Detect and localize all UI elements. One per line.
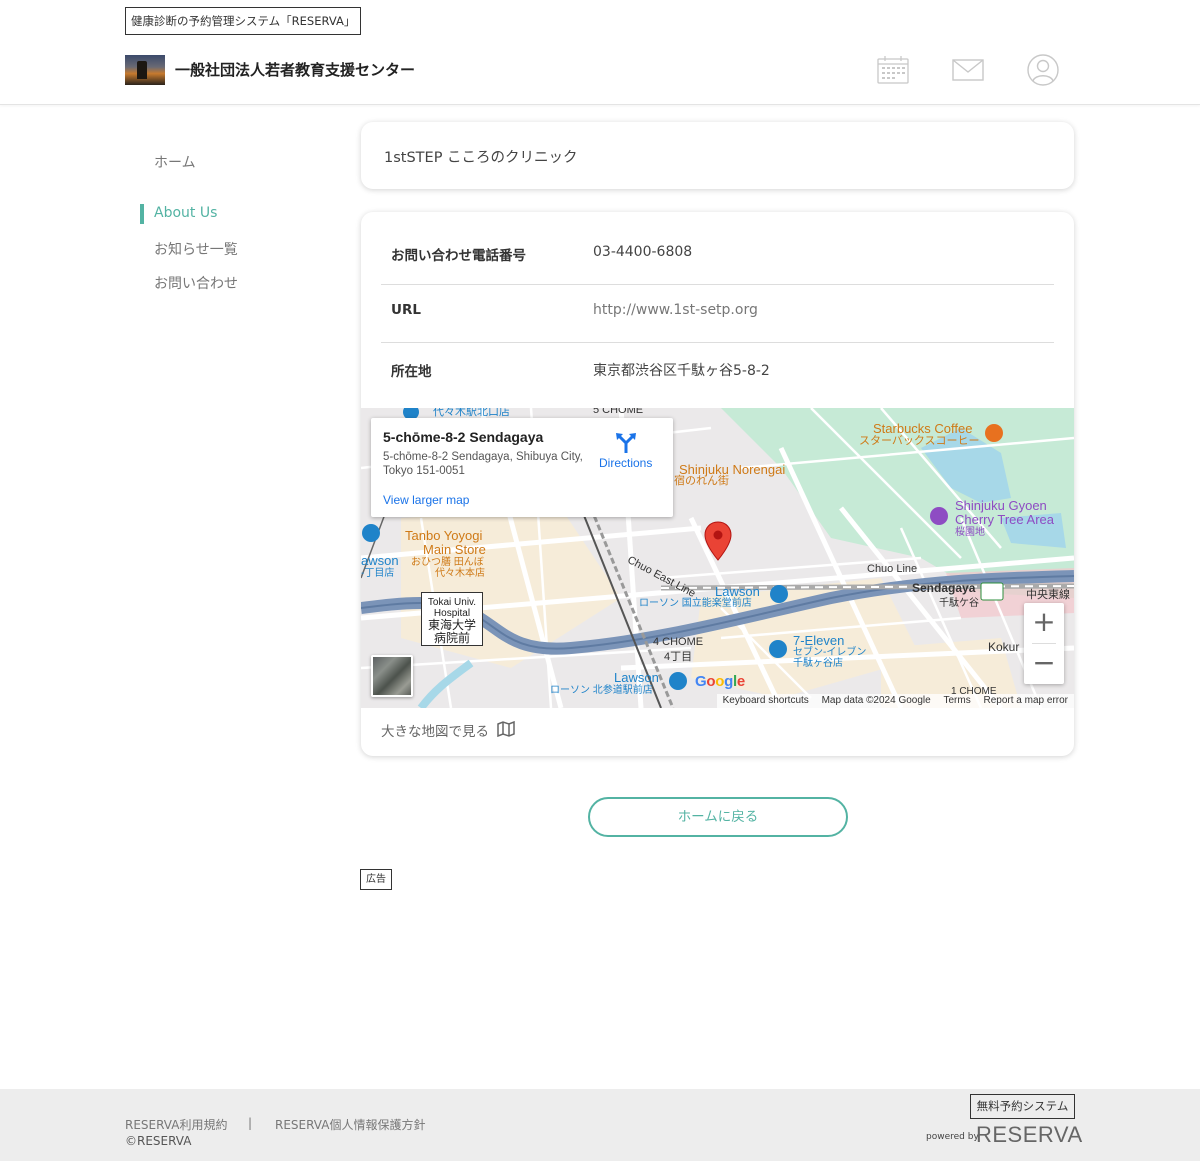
user-icon[interactable]	[1025, 52, 1061, 88]
footer-separator: |	[248, 1116, 253, 1130]
mail-icon[interactable]	[950, 52, 986, 88]
map-label: 千駄ヶ谷店	[793, 658, 843, 669]
google-logo: Google	[695, 673, 745, 690]
free-reservation-tag[interactable]: 無料予約システム	[970, 1094, 1075, 1119]
map-label: 4 CHOME	[653, 636, 704, 648]
system-tag[interactable]: 健康診断の予約管理システム「RESERVA」	[125, 7, 362, 35]
directions-link[interactable]: Directions	[599, 456, 652, 470]
map-label: Starbucks Coffee	[873, 421, 973, 436]
sidebar-active-indicator	[140, 204, 144, 224]
terms-of-service-link[interactable]: RESERVA利用規約	[125, 1116, 227, 1133]
map-label: ローソン 北参道駅前店	[550, 685, 653, 696]
sidebar-item-home[interactable]: ホーム	[154, 152, 196, 172]
clinic-name: 1stSTEP こころのクリニック	[384, 150, 578, 166]
header: 健康診断の予約管理システム「RESERVA」 一般社団法人若者教育支援センター	[0, 0, 1200, 105]
map-label: 中央東線	[1026, 589, 1070, 601]
privacy-policy-link[interactable]: RESERVA個人情報保護方針	[275, 1116, 425, 1133]
map-label: スターバックスコーヒー	[859, 435, 980, 447]
terms-link[interactable]: Terms	[944, 695, 971, 706]
map-label: 5 CHOME	[593, 408, 644, 416]
info-row-phone: お問い合わせ電話番号 03-4400-6808	[381, 227, 1054, 285]
map-zoom-controls: + −	[1024, 603, 1064, 684]
sidebar-item-contact[interactable]: お問い合わせ	[154, 273, 238, 293]
map-label: awson	[361, 553, 399, 568]
report-map-error-link[interactable]: Report a map error	[984, 695, 1068, 706]
sidebar-item-about-us[interactable]: About Us	[154, 205, 217, 221]
map-place-title: 5-chōme-8-2 Sendagaya	[383, 429, 544, 445]
map-info-window: 5-chōme-8-2 Sendagaya 5-chōme-8-2 Sendag…	[371, 418, 673, 517]
zoom-out-button[interactable]: −	[1024, 644, 1064, 684]
map-label: Tokai Univ.	[427, 597, 477, 608]
map-label: Chuo Line	[867, 563, 918, 575]
map-label: 病院前	[433, 631, 470, 645]
ad-label: 広告	[360, 869, 392, 890]
view-larger-map-link[interactable]: View larger map	[383, 493, 469, 507]
info-key: 所在地	[391, 364, 432, 380]
map-label: 桜園地	[955, 527, 985, 538]
satellite-view-toggle[interactable]	[371, 655, 413, 697]
map-label: Cherry Tree Area	[955, 512, 1054, 527]
keyboard-shortcuts-link[interactable]: Keyboard shortcuts	[723, 695, 809, 706]
map-label: Lawson	[614, 670, 659, 685]
directions-icon[interactable]	[615, 432, 637, 454]
zoom-in-button[interactable]: +	[1024, 603, 1064, 643]
map-data-text: Map data ©2024 Google	[821, 695, 931, 706]
calendar-icon[interactable]	[875, 52, 911, 88]
map-station-label: Tokai Univ. Hospital 東海大学 病院前	[421, 592, 483, 646]
map-label: -丁目店	[361, 568, 395, 579]
location-pin-icon[interactable]	[704, 521, 732, 561]
map-label: 4丁目	[664, 651, 693, 663]
larger-map-link[interactable]: 大きな地図で見る	[381, 720, 489, 740]
map-label: Main Store	[423, 542, 486, 557]
map-label: ローソン 国立能楽堂前店	[639, 598, 752, 609]
organization-name[interactable]: 一般社団法人若者教育支援センター	[175, 59, 415, 80]
info-value: 03-4400-6808	[593, 244, 693, 260]
map-label: 代々木本店	[435, 568, 485, 579]
map-label: 宿のれん街	[674, 475, 729, 487]
info-key: お問い合わせ電話番号	[391, 248, 526, 264]
sidebar-item-news[interactable]: お知らせ一覧	[154, 239, 238, 259]
back-to-home-button[interactable]: ホームに戻る	[588, 797, 848, 837]
map-icon[interactable]	[497, 720, 515, 738]
organization-logo[interactable]	[125, 55, 165, 85]
map-label: Sendagaya	[912, 581, 976, 595]
reserva-logo[interactable]: RESERVA	[976, 1122, 1083, 1148]
map-attribution: Keyboard shortcuts Map data ©2024 Google…	[716, 694, 1074, 708]
map-label: Kokur	[988, 640, 1020, 654]
info-row-url: URL http://www.1st-setp.org	[381, 285, 1054, 343]
info-key: URL	[391, 302, 421, 318]
map-label: 千駄ケ谷	[939, 598, 979, 609]
clinic-info-card: お問い合わせ電話番号 03-4400-6808 URL http://www.1…	[361, 212, 1074, 756]
info-row-address: 所在地 東京都渋谷区千駄ヶ谷5-8-2	[381, 343, 1054, 401]
clinic-title-card: 1stSTEP こころのクリニック	[361, 122, 1074, 189]
copyright: ©RESERVA	[125, 1134, 192, 1148]
footer: RESERVA利用規約 | RESERVA個人情報保護方針 ©RESERVA 無…	[0, 1089, 1200, 1161]
info-url-link[interactable]: http://www.1st-setp.org	[593, 302, 758, 318]
map-place-address: 5-chōme-8-2 Sendagaya, Shibuya City, Tok…	[383, 451, 583, 477]
powered-by-text: powered by	[926, 1132, 979, 1142]
google-map[interactable]: 代々木駅北口店 5 CHOME Starbucks Coffee スターバックス…	[361, 408, 1074, 708]
info-value: 東京都渋谷区千駄ヶ谷5-8-2	[593, 363, 770, 379]
map-label: Shinjuku Gyoen	[955, 498, 1047, 513]
map-label: Tanbo Yoyogi	[405, 528, 483, 543]
